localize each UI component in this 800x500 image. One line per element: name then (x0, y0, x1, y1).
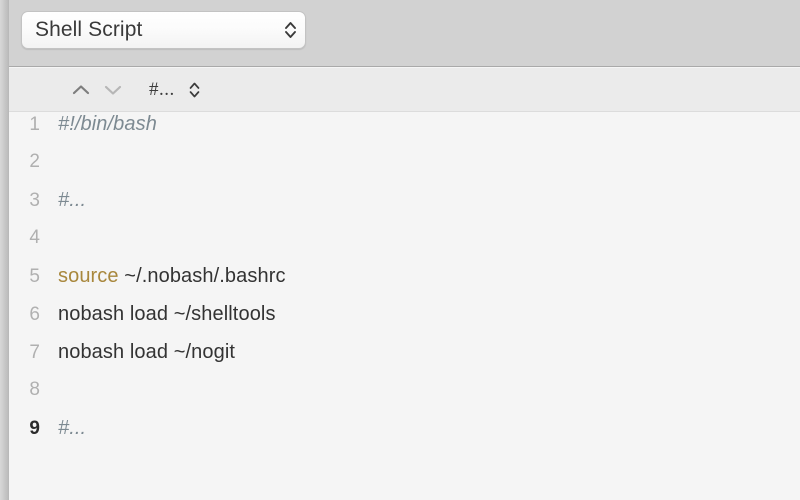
line-content: nobash load ~/shelltools (58, 303, 800, 326)
code-token-plain: ~/.nobash/.bashrc (118, 265, 286, 287)
code-line-list: 1 #!/bin/bash 2 3 #... 4 5 source ~/.nobash/.ba… (10, 113, 800, 455)
code-line[interactable]: 4 (10, 227, 800, 265)
line-content: source ~/.nobash/.bashrc (58, 265, 800, 288)
chevron-up-down-icon (188, 79, 201, 101)
symbol-selector[interactable]: #... (149, 79, 201, 101)
line-content: #... (58, 417, 800, 440)
code-line[interactable]: 2 (10, 151, 800, 189)
chevron-up-down-icon (275, 18, 305, 42)
code-line[interactable]: 3 #... (10, 189, 800, 227)
line-content: nobash load ~/nogit (58, 341, 800, 364)
line-number: 1 (29, 114, 40, 135)
code-token-keyword: source (58, 265, 119, 287)
editor-window: Shell Script #... 1 #!/bin/bash 2 3 #...… (0, 0, 800, 500)
line-number: 7 (29, 342, 40, 363)
line-number: 2 (29, 151, 40, 172)
code-line[interactable]: 5 source ~/.nobash/.bashrc (10, 265, 800, 303)
code-line[interactable]: 7 nobash load ~/nogit (10, 341, 800, 379)
chevron-up-icon (70, 82, 92, 98)
code-token-comment: #... (58, 417, 87, 439)
code-editor[interactable]: 1 #!/bin/bash 2 3 #... 4 5 source ~/.nobash/.ba… (10, 113, 800, 500)
code-line[interactable]: 8 (10, 379, 800, 417)
previous-symbol-button[interactable] (66, 75, 96, 105)
line-number: 5 (29, 266, 40, 287)
code-line[interactable]: 6 nobash load ~/shelltools (10, 303, 800, 341)
language-popup-button[interactable]: Shell Script (21, 11, 306, 49)
line-content: #... (58, 189, 800, 212)
top-toolbar: Shell Script (0, 0, 800, 67)
line-number: 4 (29, 227, 40, 248)
code-token-plain: nobash load ~/nogit (58, 341, 236, 363)
code-token-comment: #!/bin/bash (58, 113, 157, 135)
code-line[interactable]: 1 #!/bin/bash (10, 113, 800, 151)
navigation-toolbar: #... (0, 68, 800, 112)
line-number: 3 (29, 190, 40, 211)
line-content: #!/bin/bash (58, 113, 800, 136)
window-left-edge-divider (0, 0, 9, 500)
language-popup-label: Shell Script (35, 18, 143, 41)
code-line[interactable]: 9 #... (10, 417, 800, 455)
next-symbol-button[interactable] (98, 75, 128, 105)
line-number: 8 (29, 379, 40, 400)
line-number: 6 (29, 304, 40, 325)
code-token-plain: nobash load ~/shelltools (58, 303, 276, 325)
code-token-comment: #... (58, 189, 87, 211)
symbol-selector-label: #... (149, 78, 175, 100)
chevron-down-icon (102, 82, 124, 98)
line-number: 9 (29, 418, 40, 439)
